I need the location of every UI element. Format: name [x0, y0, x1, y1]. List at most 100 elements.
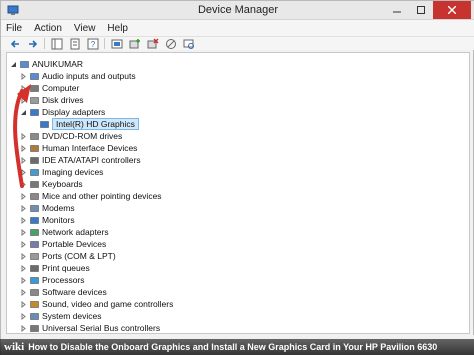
menu-help[interactable]: Help	[107, 23, 128, 34]
back-arrow-icon	[10, 39, 19, 48]
tree-item-label: Human Interface Devices	[42, 143, 138, 153]
speaker-icon	[30, 72, 39, 81]
expand-arrow-icon[interactable]	[20, 288, 27, 296]
close-button[interactable]	[433, 1, 471, 19]
expand-arrow-icon[interactable]	[20, 312, 27, 320]
tree-item-label: Audio inputs and outputs	[42, 71, 136, 81]
expand-arrow-icon[interactable]	[20, 180, 27, 188]
computer-icon	[20, 60, 29, 69]
menu-file[interactable]: File	[6, 23, 22, 34]
display-adapter-icon	[30, 108, 39, 117]
tree-item-label: Ports (COM & LPT)	[42, 251, 116, 261]
uninstall-button[interactable]	[146, 37, 159, 50]
expand-arrow-icon[interactable]	[20, 228, 27, 236]
expand-arrow-icon[interactable]	[20, 204, 27, 212]
device-tree[interactable]: ANUIKUMAR Audio inputs and outputs Compute…	[6, 52, 470, 334]
tree-item-monitors[interactable]: Monitors	[20, 214, 75, 226]
forward-arrow-button[interactable]	[26, 38, 39, 50]
expand-arrow-icon[interactable]	[20, 144, 27, 152]
show-hide-tree-button[interactable]	[50, 38, 63, 50]
tree-item-label: Universal Serial Bus controllers	[42, 323, 161, 333]
tree-item-processors[interactable]: Processors	[20, 274, 85, 286]
help-icon: ?	[87, 38, 98, 49]
expand-arrow-icon[interactable]	[20, 264, 27, 272]
toolbar-separator	[104, 38, 105, 49]
tree-item-label: Portable Devices	[42, 239, 107, 249]
tree-item-audio-inputs-and-outputs[interactable]: Audio inputs and outputs	[20, 70, 136, 82]
expand-arrow-icon[interactable]	[20, 72, 27, 80]
modem-icon	[30, 204, 39, 213]
tree-item-mice-and-other-pointing-devices[interactable]: Mice and other pointing devices	[20, 190, 162, 202]
tree-item-computer[interactable]: Computer	[20, 82, 79, 94]
expand-arrow-icon[interactable]	[20, 84, 27, 92]
network-adapter-icon	[30, 228, 39, 237]
tree-item-label: Imaging devices	[42, 167, 104, 177]
printer-icon	[30, 264, 39, 273]
tree-item-display-adapters[interactable]: Display adapters	[20, 106, 105, 118]
port-icon	[30, 252, 39, 261]
scan-hardware-icon	[183, 39, 194, 49]
monitor-icon	[30, 216, 39, 225]
show-hide-tree-icon	[51, 38, 62, 49]
tree-item-label: Processors	[42, 275, 85, 285]
expand-arrow-icon[interactable]	[20, 168, 27, 176]
tree-item-modems[interactable]: Modems	[20, 202, 75, 214]
hid-icon	[30, 144, 39, 153]
wikihow-logo: wiki	[4, 341, 25, 353]
uninstall-icon	[147, 37, 159, 48]
tree-item-system-devices[interactable]: System devices	[20, 310, 102, 322]
tree-item-label: Intel(R) HD Graphics	[56, 119, 135, 129]
tree-item-label: DVD/CD-ROM drives	[42, 131, 123, 141]
tree-item-ide-ata-atapi-controllers[interactable]: IDE ATA/ATAPI controllers	[20, 154, 141, 166]
menu-view[interactable]: View	[74, 23, 96, 34]
tree-item-keyboards[interactable]: Keyboards	[20, 178, 83, 190]
tree-item-network-adapters[interactable]: Network adapters	[20, 226, 109, 238]
display-adapter-icon	[40, 120, 49, 129]
properties-button[interactable]	[68, 38, 81, 50]
expand-arrow-icon[interactable]	[20, 96, 27, 104]
expand-arrow-icon[interactable]	[20, 132, 27, 140]
back-arrow-button[interactable]	[8, 38, 21, 50]
tree-item-sound-video-and-game-controllers[interactable]: Sound, video and game controllers	[20, 298, 173, 310]
help-button[interactable]: ?	[86, 38, 99, 50]
svg-text:?: ?	[90, 40, 95, 49]
expand-arrow-icon[interactable]	[20, 300, 27, 308]
expand-arrow-icon[interactable]	[20, 276, 27, 284]
tree-item-print-queues[interactable]: Print queues	[20, 262, 90, 274]
tree-item-label: System devices	[42, 311, 102, 321]
tree-item-label: Sound, video and game controllers	[42, 299, 174, 309]
tree-root-computer[interactable]: ANUIKUMAR	[10, 58, 83, 70]
tree-item-ports-com-lpt[interactable]: Ports (COM & LPT)	[20, 250, 116, 262]
collapse-arrow-icon[interactable]	[10, 60, 17, 68]
tree-item-portable-devices[interactable]: Portable Devices	[20, 238, 106, 250]
tree-item-intel-hd-graphics[interactable]: Intel(R) HD Graphics	[40, 118, 139, 130]
device-manager-window: Device Manager File Action View Help ? ANUI…	[0, 0, 474, 355]
tree-item-dvd-cd-rom-drives[interactable]: DVD/CD-ROM drives	[20, 130, 122, 142]
usb-icon	[30, 324, 39, 333]
show-hidden-button[interactable]	[110, 38, 123, 50]
expand-arrow-icon[interactable]	[20, 240, 27, 248]
tree-item-universal-serial-bus-controllers[interactable]: Universal Serial Bus controllers	[20, 322, 161, 333]
menu-action[interactable]: Action	[34, 23, 62, 34]
computer-icon	[30, 84, 39, 93]
expand-arrow-icon[interactable]	[20, 216, 27, 224]
tree-item-software-devices[interactable]: Software devices	[20, 286, 107, 298]
tree-item-disk-drives[interactable]: Disk drives	[20, 94, 84, 106]
expand-arrow-icon[interactable]	[20, 252, 27, 260]
disk-drive-icon	[30, 96, 39, 105]
collapse-arrow-icon[interactable]	[20, 108, 27, 116]
toolbar: ?	[1, 37, 474, 50]
camera-icon	[30, 168, 39, 177]
expand-arrow-icon[interactable]	[20, 324, 27, 332]
expand-arrow-icon[interactable]	[20, 156, 27, 164]
keyboard-icon	[30, 180, 39, 189]
update-driver-button[interactable]	[128, 38, 141, 50]
tree-item-imaging-devices[interactable]: Imaging devices	[20, 166, 103, 178]
maximize-button[interactable]	[409, 1, 433, 19]
expand-arrow-icon[interactable]	[20, 192, 27, 200]
tree-item-label: Mice and other pointing devices	[42, 191, 162, 201]
scan-hardware-button[interactable]	[182, 38, 195, 50]
disable-button[interactable]	[164, 38, 177, 50]
minimize-button[interactable]	[385, 1, 409, 19]
tree-item-human-interface-devices[interactable]: Human Interface Devices	[20, 142, 137, 154]
